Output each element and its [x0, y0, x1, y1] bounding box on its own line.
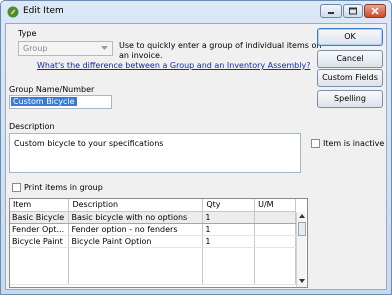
- print-items-label: Print items in group: [24, 183, 103, 192]
- column-header-item[interactable]: Item: [10, 199, 70, 212]
- maximize-icon: [349, 7, 357, 15]
- item-inactive-checkbox[interactable]: [311, 139, 320, 148]
- edit-item-window: Edit Item Type Group Use to quickly ente…: [0, 0, 392, 295]
- dialog-body: Type Group Use to quickly enter a group …: [5, 23, 387, 290]
- row-description[interactable]: Basic bicycle with no options: [68, 210, 204, 224]
- row-description[interactable]: Fender option - no fenders: [68, 223, 204, 236]
- type-dropdown[interactable]: Group: [18, 41, 113, 56]
- row-item[interactable]: Basic Bicycle: [10, 210, 70, 224]
- window-title: Edit Item: [23, 6, 64, 16]
- scrollbar-thumb[interactable]: [298, 222, 306, 236]
- table-row-empty[interactable]: [10, 247, 296, 285]
- description-field[interactable]: Custom bicycle to your specifications: [9, 133, 301, 173]
- title-bar[interactable]: Edit Item: [1, 1, 391, 23]
- print-items-checkbox[interactable]: [12, 183, 21, 192]
- row-um[interactable]: [254, 235, 296, 248]
- row-item[interactable]: Bicycle Paint: [10, 235, 70, 248]
- group-vs-assembly-link[interactable]: What's the difference between a Group an…: [37, 61, 310, 70]
- group-name-value: Custom Bicycle: [11, 97, 77, 106]
- column-header-qty[interactable]: Qty: [202, 199, 256, 212]
- chevron-down-icon: [101, 46, 108, 50]
- row-item[interactable]: Fender Opt...: [10, 223, 70, 236]
- type-label: Type: [18, 29, 37, 38]
- spelling-button[interactable]: Spelling: [317, 90, 383, 108]
- column-header-um[interactable]: U/M: [254, 199, 296, 212]
- description-value: Custom bicycle to your specifications: [14, 139, 164, 148]
- type-value: Group: [23, 44, 48, 53]
- close-button[interactable]: [364, 4, 386, 18]
- row-qty[interactable]: 1: [202, 223, 256, 236]
- ok-button[interactable]: OK: [317, 28, 383, 46]
- close-icon: [371, 7, 379, 15]
- group-name-field[interactable]: Custom Bicycle: [9, 95, 112, 109]
- scroll-down-icon[interactable]: [299, 279, 305, 283]
- row-um[interactable]: [254, 223, 296, 236]
- table-scrollbar[interactable]: [296, 212, 306, 287]
- table-row[interactable]: Fender Opt... Fender option - no fenders…: [10, 223, 296, 236]
- table-row[interactable]: Bicycle Paint Bicycle Paint Option 1: [10, 235, 296, 248]
- group-items-table[interactable]: Item Description Qty U/M Basic Bicycle B…: [9, 198, 308, 288]
- row-description[interactable]: Bicycle Paint Option: [68, 235, 204, 248]
- row-qty[interactable]: 1: [202, 235, 256, 248]
- table-row[interactable]: Basic Bicycle Basic bicycle with no opti…: [10, 210, 296, 224]
- row-um[interactable]: [254, 210, 296, 224]
- minimize-button[interactable]: [320, 4, 342, 18]
- scroll-up-icon[interactable]: [299, 214, 305, 218]
- custom-fields-button[interactable]: Custom Fields: [317, 69, 383, 87]
- item-inactive-label: Item is inactive: [323, 139, 385, 148]
- maximize-button[interactable]: [343, 4, 363, 18]
- quickbooks-edit-icon: [7, 6, 19, 18]
- table-header: Item Description Qty U/M: [10, 199, 296, 212]
- type-help-line2: an invoice.: [119, 51, 163, 60]
- type-help-line1: Use to quickly enter a group of individu…: [119, 41, 322, 50]
- description-label: Description: [9, 122, 55, 131]
- cancel-button[interactable]: Cancel: [317, 50, 383, 68]
- row-qty[interactable]: 1: [202, 210, 256, 224]
- minimize-icon: [328, 12, 334, 14]
- column-header-description[interactable]: Description: [68, 199, 204, 212]
- group-name-label: Group Name/Number: [9, 85, 95, 94]
